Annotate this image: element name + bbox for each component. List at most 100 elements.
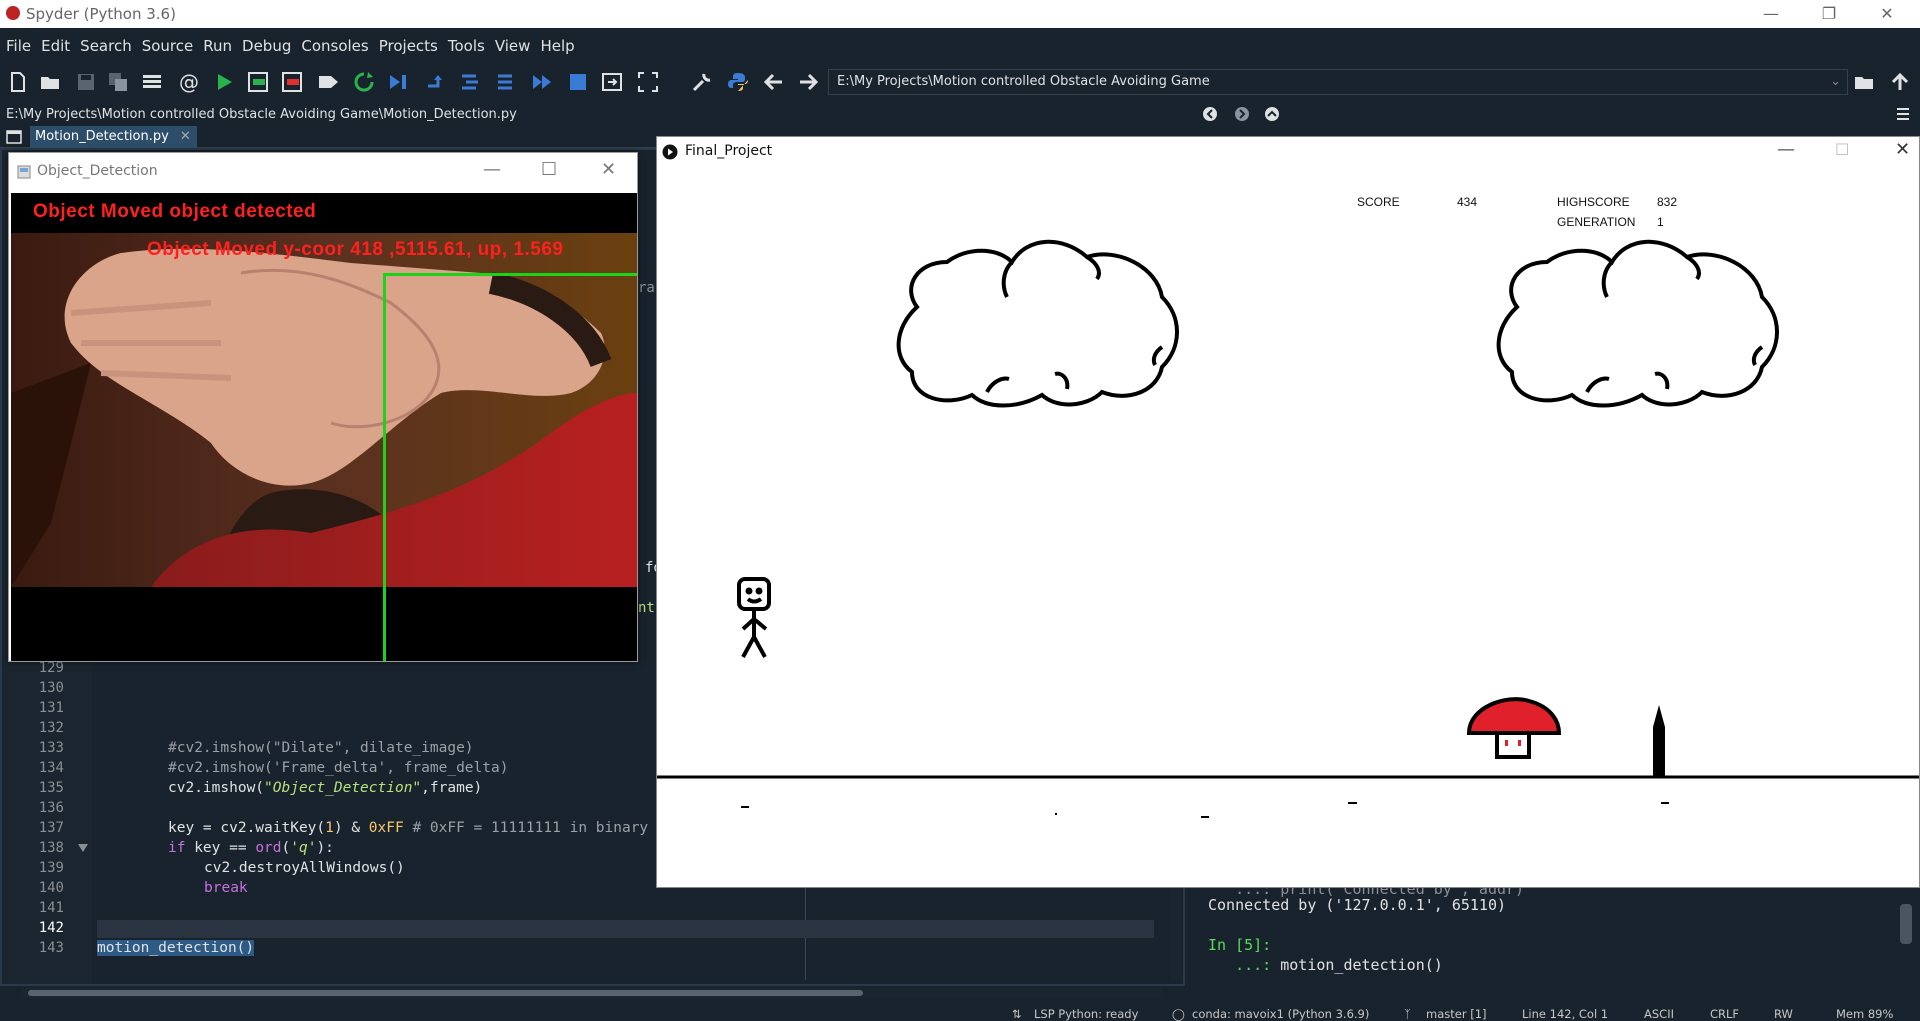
line-endings: CRLF (1710, 1007, 1740, 1021)
step-return-icon[interactable] (494, 70, 518, 94)
code-token: key = cv2.waitKey( (168, 820, 326, 836)
close-button[interactable]: ✕ (1864, 0, 1910, 28)
selected-code: motion_detection() (97, 940, 255, 956)
webcam-frame: Object Moved object detected Object Move… (11, 193, 637, 661)
line-number: 138 (38, 840, 64, 856)
line-number: 134 (38, 760, 64, 776)
step-icon[interactable] (424, 70, 448, 94)
git-branch[interactable]: master [1] (1426, 1007, 1487, 1021)
maximize-button[interactable]: ☐ (1835, 140, 1849, 159)
code-string: 'q' (290, 840, 317, 856)
stop-icon[interactable] (566, 70, 590, 94)
menu-help[interactable]: Help (535, 32, 579, 60)
debug-icon[interactable] (386, 70, 410, 94)
back-arrow-icon[interactable] (762, 70, 786, 94)
pane-options-icon[interactable] (1896, 107, 1910, 121)
at-icon[interactable]: @ (176, 70, 200, 94)
chevron-down-icon[interactable]: ⌄ (1830, 70, 1841, 94)
menu-consoles[interactable]: Consoles (296, 32, 373, 60)
line-number: 132 (38, 720, 64, 736)
run-cell-icon[interactable] (246, 70, 270, 94)
preferences-icon[interactable] (690, 70, 714, 94)
code-line: #cv2.imshow("Dilate", dilate_image) (168, 740, 474, 756)
minimize-button[interactable]: — (1777, 139, 1795, 160)
status-bar: ⇅ LSP Python: ready ◯ conda: mavoix1 (Py… (0, 1005, 1920, 1021)
save-icon[interactable] (74, 70, 98, 94)
maximize-pane-icon[interactable] (600, 70, 624, 94)
run-selection-icon[interactable] (316, 70, 340, 94)
working-directory-input[interactable]: E:\My Projects\Motion controlled Obstacl… (828, 69, 1848, 95)
browse-tabs-icon[interactable] (6, 130, 22, 144)
close-button[interactable]: ✕ (601, 159, 616, 180)
open-file-icon[interactable] (38, 70, 62, 94)
game-window-title: Final_Project (685, 143, 773, 159)
game-canvas (657, 239, 1919, 818)
menu-search[interactable]: Search (75, 32, 137, 60)
rerun-icon[interactable] (352, 70, 376, 94)
code-number: 1 (325, 820, 334, 836)
line-number: 135 (38, 780, 64, 796)
menu-file[interactable]: File (0, 32, 36, 60)
forward-arrow-icon[interactable] (796, 70, 820, 94)
run-icon[interactable] (212, 70, 236, 94)
code-token: ( (281, 840, 291, 856)
detection-status-text: Object Moved object detected (33, 201, 317, 222)
tab-label: Motion_Detection.py (35, 129, 169, 144)
game-window[interactable]: Final_Project — ☐ ✕ SCORE 434 HIGHSCORE … (656, 136, 1920, 888)
parent-directory-icon[interactable] (1888, 70, 1912, 94)
restore-button[interactable]: ❐ (1806, 0, 1852, 28)
game-titlebar[interactable]: Final_Project — ☐ ✕ (657, 137, 1919, 167)
code-line: #cv2.imshow('Frame_delta', frame_delta) (168, 760, 509, 776)
fold-chevron-icon[interactable] (78, 844, 88, 852)
fullscreen-icon[interactable] (636, 70, 660, 94)
continue-icon[interactable] (530, 70, 554, 94)
save-all-icon[interactable] (106, 70, 130, 94)
scrollbar-thumb[interactable] (28, 990, 863, 996)
editor-file-path: E:\My Projects\Motion controlled Obstacl… (6, 107, 517, 122)
back-circle-icon[interactable] (1202, 106, 1218, 122)
ipython-console[interactable]: ...: print('Connected by', addr) Connect… (1196, 880, 1920, 1002)
new-file-icon[interactable] (6, 70, 30, 94)
menu-tools[interactable]: Tools (443, 32, 490, 60)
current-line-highlight (97, 920, 1154, 938)
conda-env[interactable]: conda: mavoix1 (Python 3.6.9) (1192, 1007, 1369, 1021)
tab-motion-detection[interactable]: Motion_Detection.py ✕ (30, 126, 197, 148)
code-keyword: if (168, 840, 186, 856)
close-tab-icon[interactable]: ✕ (180, 126, 191, 148)
file-permissions: RW (1774, 1007, 1793, 1021)
console-input-line: ...: motion_detection() (1208, 956, 1443, 974)
svg-text:@: @ (179, 70, 199, 94)
python-path-icon[interactable] (726, 70, 750, 94)
console-command: motion_detection() (1280, 956, 1443, 974)
outline-icon[interactable] (140, 70, 164, 94)
menu-debug[interactable]: Debug (237, 32, 296, 60)
forward-circle-icon[interactable] (1234, 106, 1250, 122)
minimize-button[interactable]: — (483, 159, 501, 180)
code-line: if key == ord('q'): (168, 840, 334, 856)
minimize-button[interactable]: — (1748, 0, 1794, 28)
menu-view[interactable]: View (490, 32, 536, 60)
menu-projects[interactable]: Projects (374, 32, 443, 60)
step-into-icon[interactable] (458, 70, 482, 94)
line-number: 131 (38, 700, 64, 716)
object-detection-titlebar[interactable]: Object_Detection — ☐ ✕ (9, 153, 637, 192)
ground-pebbles (741, 802, 1669, 818)
code-string: "Object_Detection" (264, 780, 422, 796)
menu-run[interactable]: Run (198, 32, 237, 60)
spike-obstacle (1653, 705, 1665, 777)
up-circle-icon[interactable] (1264, 106, 1280, 122)
menu-edit[interactable]: Edit (36, 32, 75, 60)
browse-folder-icon[interactable] (1852, 70, 1876, 94)
lsp-status[interactable]: LSP Python: ready (1034, 1007, 1138, 1021)
cursor-position: Line 142, Col 1 (1522, 1007, 1609, 1021)
horizontal-scrollbar[interactable] (22, 988, 1162, 998)
close-button[interactable]: ✕ (1895, 139, 1910, 160)
working-directory-value: E:\My Projects\Motion controlled Obstacl… (837, 74, 1210, 89)
console-scrollbar-thumb[interactable] (1900, 904, 1912, 944)
menu-source[interactable]: Source (137, 32, 199, 60)
maximize-button[interactable]: ☐ (541, 159, 557, 180)
conda-icon: ◯ (1172, 1007, 1185, 1021)
code-number: 0xFF (368, 820, 404, 836)
run-cell-advance-icon[interactable] (280, 70, 304, 94)
object-detection-window[interactable]: Object_Detection — ☐ ✕ Object Moved obje… (8, 152, 638, 662)
